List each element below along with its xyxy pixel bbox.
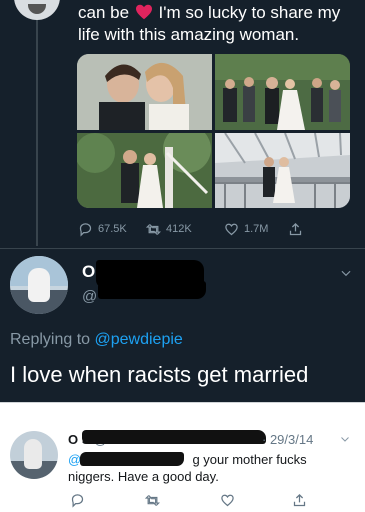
reply-tweet-text: I love when racists get married bbox=[10, 362, 309, 387]
retweet-icon[interactable] bbox=[145, 493, 160, 508]
tweet-text-line-2: life with this amazing woman. bbox=[78, 25, 300, 44]
tweet-action-bar: 67.5K 412K 1.7M bbox=[78, 219, 340, 239]
photo-couple-kissing[interactable] bbox=[77, 54, 212, 130]
wedding-photo-grid bbox=[77, 54, 350, 208]
reply-author-avatar[interactable] bbox=[10, 256, 68, 314]
redaction-scribble-old-mention bbox=[80, 452, 184, 466]
screenshot-separator bbox=[0, 402, 365, 414]
photo-couple-garden-drawing bbox=[77, 133, 212, 208]
tweet-text: can be I'm so lucky to share my life wit… bbox=[78, 2, 360, 46]
photo-couple-kissing-drawing bbox=[77, 54, 212, 130]
tweet-text-fragment-2: I'm so lucky to share my bbox=[158, 3, 341, 22]
replying-to-line: Replying to @pewdiepie bbox=[10, 331, 183, 349]
old-reply-date: · 29/3/14 bbox=[262, 432, 314, 447]
reply-button[interactable]: 67.5K bbox=[78, 219, 127, 239]
reply-icon bbox=[79, 222, 92, 237]
old-reply-text-fragment-1: g your mother fucks bbox=[192, 452, 307, 467]
dark-thread-section: can be I'm so lucky to share my life wit… bbox=[0, 0, 365, 402]
redaction-scribble-handle bbox=[98, 281, 206, 299]
like-button[interactable]: 1.7M bbox=[224, 219, 268, 239]
photo-wedding-crowd-drawing bbox=[215, 54, 350, 130]
thread-connector-line bbox=[36, 14, 38, 246]
photo-wedding-crowd[interactable] bbox=[215, 54, 350, 130]
old-avatar-dog bbox=[24, 439, 42, 469]
share-icon[interactable] bbox=[292, 493, 307, 508]
tweet-divider bbox=[0, 248, 365, 249]
retweet-icon bbox=[146, 223, 161, 235]
heart-outline-icon[interactable] bbox=[220, 493, 235, 508]
reply-icon[interactable] bbox=[70, 493, 85, 508]
replying-to-label: Replying to bbox=[10, 331, 91, 348]
like-count: 1.7M bbox=[244, 223, 269, 235]
old-reply-date-value: 29/3/14 bbox=[269, 432, 314, 447]
chevron-down-icon[interactable] bbox=[339, 266, 353, 280]
redaction-scribble-old-meta bbox=[82, 430, 266, 444]
tweet-text-fragment-1: can be bbox=[78, 3, 130, 22]
old-reply-author-avatar[interactable] bbox=[10, 431, 58, 479]
reply-count: 67.5K bbox=[98, 223, 127, 235]
photo-couple-greenhouse[interactable] bbox=[215, 133, 350, 208]
retweet-button[interactable]: 412K bbox=[146, 219, 192, 239]
replying-to-handle-link[interactable]: @pewdiepie bbox=[95, 331, 183, 348]
original-poster-avatar[interactable] bbox=[14, 0, 60, 20]
tweet-text-line-1: can be I'm so lucky to share my bbox=[78, 2, 360, 24]
share-icon bbox=[289, 222, 302, 235]
photo-couple-garden[interactable] bbox=[77, 133, 212, 208]
heart-outline-icon bbox=[225, 223, 238, 235]
old-reply-action-bar bbox=[70, 493, 310, 509]
photo-couple-greenhouse-drawing bbox=[215, 133, 350, 208]
retweet-count: 412K bbox=[166, 223, 192, 235]
avatar-dog bbox=[28, 268, 50, 302]
old-reply-text-line-2: niggers. Have a good day. bbox=[68, 469, 219, 484]
old-reply-section: O S @ · 29/3/14 @ g your mother fucks ni… bbox=[0, 414, 365, 512]
chevron-down-icon[interactable] bbox=[339, 433, 351, 445]
share-button[interactable] bbox=[288, 219, 308, 239]
reply-author-handle[interactable]: @ bbox=[82, 288, 97, 305]
red-heart-emoji-icon bbox=[135, 4, 152, 20]
